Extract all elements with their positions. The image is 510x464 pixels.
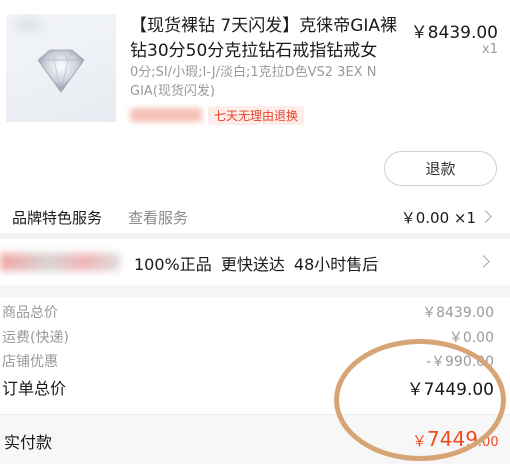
product-quantity: x1 bbox=[482, 42, 498, 57]
service-price: ￥0.00 ×1 bbox=[400, 209, 476, 227]
view-service-link[interactable]: 查看服务 bbox=[128, 207, 188, 228]
product-price: ￥8439.00 bbox=[410, 23, 498, 43]
currency-symbol: ￥ bbox=[412, 432, 428, 450]
brand-service-row[interactable]: 品牌特色服务 查看服务 ￥0.00 ×1 bbox=[0, 200, 510, 232]
order-total-label: 订单总价 bbox=[2, 379, 67, 398]
actual-payment-bar: 实付款 ￥7449.00 bbox=[0, 414, 510, 464]
actual-payment-value: ￥7449.00 bbox=[412, 427, 499, 451]
refund-button[interactable]: 退款 bbox=[384, 151, 497, 186]
summary-label: 商品总价 bbox=[2, 305, 58, 321]
guarantee-row[interactable]: 100%正品 更快送达 48小时售后 bbox=[0, 239, 510, 285]
summary-row-subtotal: 商品总价 ￥8439.00 bbox=[0, 302, 510, 326]
summary-value: -￥990.00 bbox=[425, 354, 494, 370]
actual-payment-label: 实付款 bbox=[4, 433, 53, 452]
chevron-right-icon[interactable] bbox=[479, 210, 492, 223]
service-label: 品牌特色服务 bbox=[12, 209, 103, 227]
chevron-right-icon[interactable] bbox=[477, 255, 490, 268]
payment-integer: 7449 bbox=[427, 427, 478, 451]
order-total-row: 订单总价 ￥7449.00 bbox=[0, 375, 510, 400]
summary-row-shipping: 运费(快递) ￥0.00 bbox=[0, 327, 510, 351]
product-title[interactable]: 【现货裸钻 7天闪发】克徕帝GIA裸钻30分50分克拉钻石戒指钻戒女 bbox=[130, 14, 400, 64]
return-policy-badge: 七天无理由退换 bbox=[208, 106, 305, 125]
price-summary: 商品总价 ￥8439.00 运费(快递) ￥0.00 店铺优惠 -￥990.00… bbox=[0, 297, 510, 417]
diamond-icon bbox=[37, 49, 85, 93]
summary-value: ￥0.00 bbox=[448, 330, 494, 346]
summary-row-discount: 店铺优惠 -￥990.00 bbox=[0, 351, 510, 375]
guarantee-text: 100%正品 更快送达 48小时售后 bbox=[134, 255, 379, 274]
order-total-value: ￥7449.00 bbox=[406, 380, 494, 400]
product-spec: 0分;SI/小瑕;I-J/淡白;1克拉D色VS2 3EX N GIA(现货闪发) bbox=[130, 65, 377, 99]
summary-label: 运费(快递) bbox=[2, 330, 69, 346]
summary-label: 店铺优惠 bbox=[2, 354, 58, 370]
blurred-badge bbox=[130, 108, 202, 122]
order-product-card[interactable]: 【现货裸钻 7天闪发】克徕帝GIA裸钻30分50分克拉钻石戒指钻戒女 ￥8439… bbox=[0, 0, 510, 200]
summary-value: ￥8439.00 bbox=[422, 305, 494, 321]
payment-decimals: .00 bbox=[477, 435, 499, 450]
divider bbox=[0, 285, 510, 297]
diamond-product-image[interactable] bbox=[6, 14, 116, 122]
blurred-logo bbox=[0, 253, 120, 271]
